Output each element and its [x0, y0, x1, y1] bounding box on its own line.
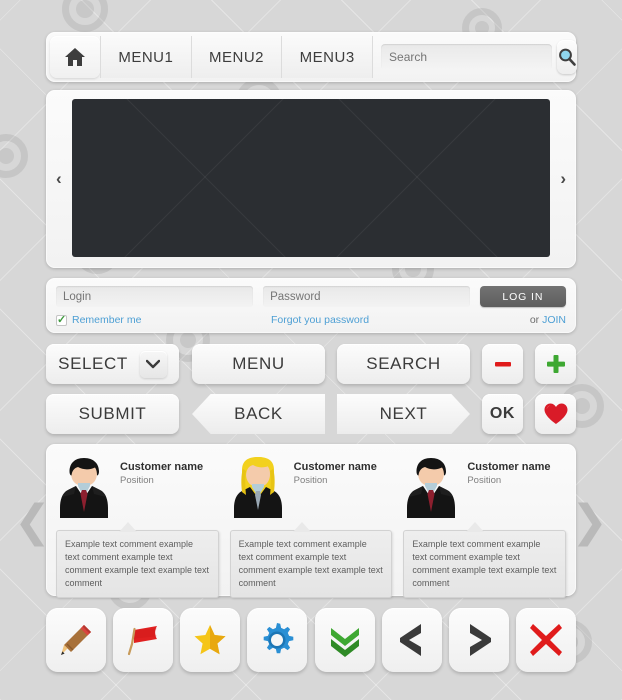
- slider-stage[interactable]: [72, 99, 550, 257]
- customer-name: Customer name: [293, 461, 377, 473]
- slider-prev-arrow[interactable]: ‹: [56, 169, 62, 189]
- nav-menu-1-label: MENU1: [118, 48, 174, 66]
- back-button-label: BACK: [234, 404, 283, 423]
- customer-name: Customer name: [120, 461, 204, 473]
- join-link[interactable]: JOIN: [542, 314, 566, 326]
- remember-me-checkbox[interactable]: Remember me: [56, 313, 271, 326]
- search-input[interactable]: [381, 44, 553, 70]
- login-options-row: Remember me Forgot you password or JOIN: [56, 313, 566, 326]
- nav-menu-2[interactable]: MENU2: [190, 36, 282, 78]
- join-area: or JOIN: [496, 314, 566, 326]
- star-icon: [192, 622, 228, 658]
- chevron-down-icon[interactable]: [139, 350, 167, 378]
- customer-position: Position: [293, 475, 328, 486]
- watermark: [62, 0, 108, 32]
- submit-button[interactable]: SUBMIT: [46, 394, 179, 434]
- testimonial-card: Customer name Position Example text comm…: [56, 456, 219, 599]
- testimonial-comment: Example text comment example text commen…: [403, 521, 567, 599]
- pencil-icon: [58, 622, 94, 658]
- customer-position: Position: [120, 475, 154, 486]
- flag-button[interactable]: [113, 608, 173, 672]
- testimonial-header: Customer name Position: [230, 456, 393, 520]
- male-avatar: [403, 456, 459, 518]
- testimonial-header: Customer name Position: [403, 456, 566, 520]
- testimonials-next-arrow[interactable]: ❯: [571, 496, 608, 547]
- checkmark-icon: [56, 313, 67, 326]
- log-in-button[interactable]: LOG IN: [479, 286, 566, 307]
- prev-button[interactable]: [382, 608, 442, 672]
- testimonials-list: Customer name Position Example text comm…: [46, 444, 576, 610]
- submit-button-label: SUBMIT: [78, 404, 147, 423]
- star-button[interactable]: [180, 608, 240, 672]
- nav-menu-2-label: MENU2: [209, 48, 265, 66]
- testimonial-identity: Customer name Position: [294, 456, 377, 486]
- next-button-label: NEXT: [379, 404, 428, 423]
- or-label: or: [529, 314, 543, 326]
- testimonial-card: Customer name Position Example text comm…: [229, 456, 393, 599]
- male-avatar: [56, 456, 112, 518]
- minus-button[interactable]: [482, 344, 523, 384]
- slider-next-arrow[interactable]: ›: [560, 169, 566, 189]
- select-button[interactable]: SELECT: [46, 344, 179, 384]
- plus-icon: [544, 352, 568, 376]
- ok-button[interactable]: OK: [482, 394, 523, 434]
- search-button[interactable]: [557, 40, 578, 74]
- next-icon-button[interactable]: [449, 608, 509, 672]
- navbar: MENU1 MENU2 MENU3: [46, 32, 578, 82]
- customer-position: Position: [467, 475, 502, 486]
- customer-name: Customer name: [467, 461, 551, 473]
- watermark: [0, 134, 28, 178]
- forgot-password-link[interactable]: Forgot you password: [271, 314, 496, 326]
- settings-button[interactable]: [247, 608, 307, 672]
- next-button[interactable]: NEXT: [337, 394, 470, 434]
- testimonial-comment: Example text comment example text commen…: [56, 521, 219, 599]
- image-slider: ‹ ›: [46, 90, 576, 268]
- testimonial-comment: Example text comment example text commen…: [229, 521, 393, 599]
- plus-button[interactable]: [535, 344, 576, 384]
- favorite-button[interactable]: [535, 394, 576, 434]
- search-text-button[interactable]: SEARCH: [337, 344, 470, 384]
- menu-button-label: MENU: [232, 354, 285, 373]
- female-avatar: [230, 456, 286, 518]
- double-down-button[interactable]: [315, 608, 375, 672]
- minus-icon: [492, 353, 514, 375]
- login-fields-row: LOG IN: [56, 286, 566, 307]
- slider-pattern: [72, 99, 550, 257]
- password-input[interactable]: [263, 286, 470, 307]
- home-button[interactable]: [50, 36, 100, 78]
- login-input[interactable]: [56, 286, 254, 307]
- search-button-label: SEARCH: [366, 354, 441, 373]
- nav-menu-3-label: MENU3: [299, 48, 355, 66]
- chevron-left-icon: [397, 623, 427, 657]
- back-button[interactable]: BACK: [192, 394, 325, 434]
- heart-icon: [543, 402, 569, 426]
- chevron-right-icon: [464, 623, 494, 657]
- testimonial-identity: Customer name Position: [467, 456, 550, 486]
- gear-icon: [258, 621, 296, 659]
- navbar-search: [372, 36, 578, 78]
- close-x-icon: [529, 623, 563, 657]
- home-icon: [64, 47, 86, 67]
- nav-menu-3[interactable]: MENU3: [281, 36, 373, 78]
- flag-icon: [125, 622, 161, 658]
- testimonial-card: Customer name Position Example text comm…: [403, 456, 567, 599]
- menu-button[interactable]: MENU: [192, 344, 325, 384]
- nav-menu-1[interactable]: MENU1: [100, 36, 191, 78]
- testimonial-identity: Customer name Position: [120, 456, 203, 486]
- magnifier-icon: [557, 47, 577, 67]
- login-panel: LOG IN Remember me Forgot you password o…: [46, 278, 576, 333]
- close-button[interactable]: [516, 608, 576, 672]
- select-button-label: SELECT: [58, 354, 128, 373]
- testimonial-header: Customer name Position: [56, 456, 219, 520]
- double-chevron-down-icon: [328, 623, 362, 657]
- remember-me-label: Remember me: [72, 314, 142, 326]
- ok-button-label: OK: [489, 405, 516, 422]
- page-root: MENU1 MENU2 MENU3 ‹ ›: [0, 0, 622, 700]
- pencil-button[interactable]: [46, 608, 106, 672]
- testimonials-panel: Customer name Position Example text comm…: [46, 444, 576, 599]
